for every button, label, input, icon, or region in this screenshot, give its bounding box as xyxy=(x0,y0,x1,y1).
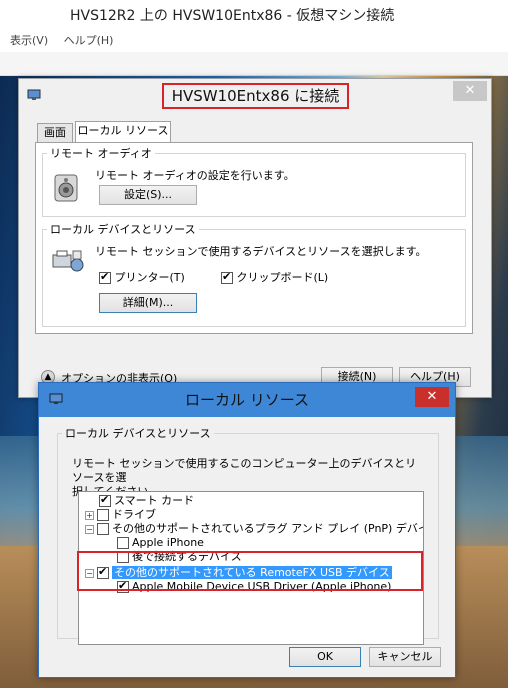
details-button[interactable]: 詳細(M)... xyxy=(99,293,197,313)
local-resources-dialog: ローカル リソース ✕ ローカル デバイスとリソース リモート セッションで使用… xyxy=(38,382,456,678)
ok-button[interactable]: OK xyxy=(289,647,361,667)
close-button[interactable]: ✕ xyxy=(453,81,487,101)
apple-iphone-label: Apple iPhone xyxy=(132,536,204,549)
collapse-minus-icon[interactable]: − xyxy=(85,524,94,534)
printers-checkbox-row[interactable]: プリンター(T) xyxy=(99,269,185,285)
vm-window-title: HVS12R2 上の HVSW10Entx86 - 仮想マシン接続 xyxy=(0,0,508,32)
remote-audio-group: リモート オーディオ リモート オーディオの設定を行います。 設定(S)... xyxy=(42,145,466,217)
printers-checkbox[interactable] xyxy=(99,270,111,284)
local-devices-legend: ローカル デバイスとリソース xyxy=(50,223,196,236)
local-resources-panel: リモート オーディオ リモート オーディオの設定を行います。 設定(S)... … xyxy=(35,142,473,334)
tree-item-smart-card[interactable]: スマート カード xyxy=(99,493,195,508)
tree-item-drives[interactable]: + ドライブ xyxy=(85,508,156,522)
menu-view[interactable]: 表示(V) xyxy=(10,34,48,47)
local-devices-group: ローカル デバイスとリソース リモート セッションで使用するデバイスとリソースを… xyxy=(42,221,466,327)
devices-icon xyxy=(51,247,85,275)
rdp-connection-dialog: HVSW10Entx86 に接続 ✕ 画面 ローカル リソース リモート オーデ… xyxy=(18,78,492,398)
remote-audio-description: リモート オーディオの設定を行います。 xyxy=(95,169,295,182)
remote-audio-legend: リモート オーディオ xyxy=(50,147,152,160)
audio-settings-button[interactable]: 設定(S)... xyxy=(99,185,197,205)
tab-local-resources[interactable]: ローカル リソース xyxy=(75,121,171,143)
tab-display[interactable]: 画面 xyxy=(37,123,73,143)
local-resources-titlebar: ローカル リソース ✕ xyxy=(39,383,455,417)
smart-card-label: スマート カード xyxy=(114,494,195,507)
description-line-1: リモート セッションで使用するこのコンピューター上のデバイスとリソースを選 xyxy=(72,457,417,484)
clipboard-checkbox[interactable] xyxy=(221,270,233,284)
rdp-dialog-title: HVSW10Entx86 に接続 xyxy=(162,83,349,109)
rdp-titlebar: HVSW10Entx86 に接続 ✕ xyxy=(19,79,491,113)
red-highlight-box xyxy=(77,551,423,591)
clipboard-checkbox-row[interactable]: クリップボード(L) xyxy=(221,269,328,285)
clipboard-label: クリップボード(L) xyxy=(236,271,329,284)
pnp-label: その他のサポートされているプラグ アンド プレイ (PnP) デバイス xyxy=(112,522,424,535)
computer-icon xyxy=(27,89,41,101)
printers-label: プリンター(T) xyxy=(114,271,185,284)
vm-menubar: 表示(V) ヘルプ(H) xyxy=(0,32,508,52)
drives-checkbox[interactable] xyxy=(97,509,109,521)
tree-item-apple-iphone[interactable]: Apple iPhone xyxy=(117,536,204,550)
cancel-button[interactable]: キャンセル xyxy=(369,647,441,667)
smart-card-checkbox[interactable] xyxy=(99,493,111,507)
local-devices-description: リモート セッションで使用するデバイスとリソースを選択します。 xyxy=(95,245,427,258)
local-devices-legend: ローカル デバイスとリソース xyxy=(65,427,211,440)
apple-iphone-checkbox[interactable] xyxy=(117,537,129,549)
drives-label: ドライブ xyxy=(112,508,156,521)
vm-toolbar xyxy=(0,52,508,76)
close-button[interactable]: ✕ xyxy=(415,387,449,407)
local-devices-group: ローカル デバイスとリソース リモート セッションで使用するこのコンピューター上… xyxy=(57,425,439,645)
expand-plus-icon[interactable]: + xyxy=(85,510,94,520)
tree-item-pnp-devices[interactable]: − その他のサポートされているプラグ アンド プレイ (PnP) デバイス xyxy=(85,522,424,536)
speaker-icon xyxy=(53,173,81,203)
pnp-checkbox[interactable] xyxy=(97,523,109,535)
local-resources-title: ローカル リソース xyxy=(184,391,310,409)
menu-help[interactable]: ヘルプ(H) xyxy=(64,34,114,47)
